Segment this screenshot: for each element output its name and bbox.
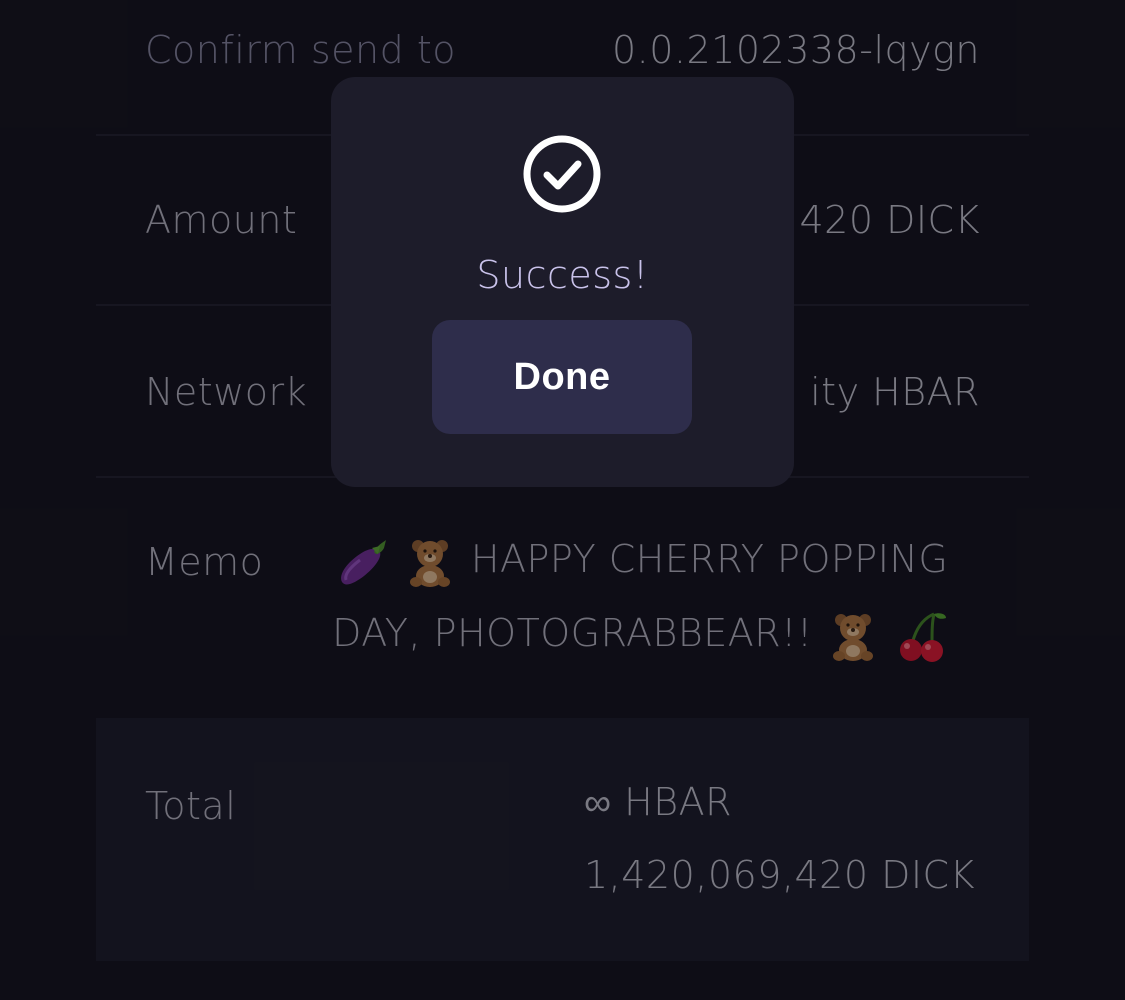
success-dialog: Success! Done [331,77,794,487]
success-message: Success! [476,253,649,297]
done-button[interactable]: Done [432,320,692,434]
check-circle-icon [523,135,601,213]
confirm-send-screen: Confirm send to 0.0.2102338-lqygn Amount… [0,0,1125,1000]
